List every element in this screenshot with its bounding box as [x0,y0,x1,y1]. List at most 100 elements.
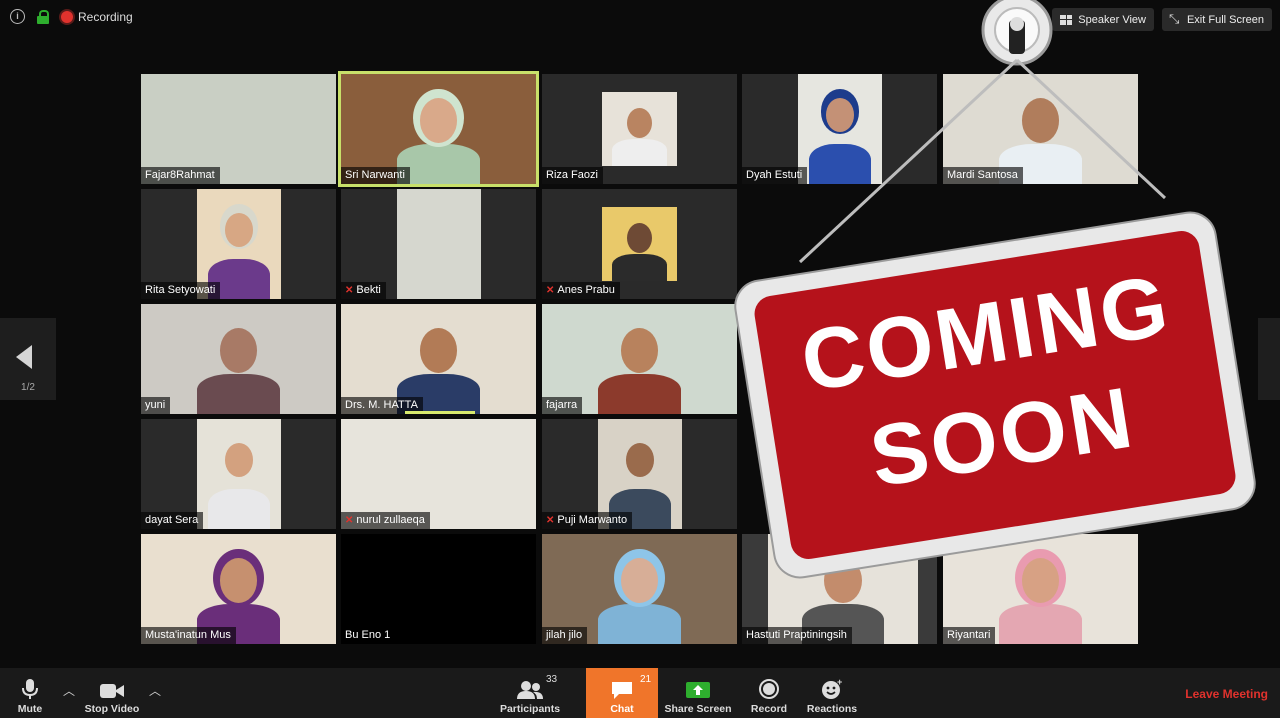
participant-name: Rita Setyowati [145,284,216,296]
record-dot-icon [61,10,73,23]
microphone-icon [22,679,38,699]
participant-tile[interactable]: ✕ Bekti [341,189,536,299]
participant-name: Fajar8Rahmat [145,169,215,181]
participant-name: dayat Sera [145,514,199,526]
stop-video-button[interactable]: Stop Video [82,668,142,718]
video-feed [141,304,336,414]
muted-mic-icon: ✕ [546,284,555,296]
video-options-caret-icon[interactable]: ︿ [149,682,161,699]
muted-mic-icon: ✕ [345,514,354,526]
participant-name: Riza Faozi [546,169,598,181]
video-feed [397,189,481,299]
participant-tile[interactable]: Bu Eno 1 [341,534,536,644]
muted-mic-icon: ✕ [546,514,555,526]
participant-body [999,604,1082,644]
participant-name: Puji Marwanto [557,514,628,526]
participant-name-label: Sri Narwanti [341,167,410,184]
participant-face [824,558,862,604]
record-icon [759,679,779,699]
participant-name-label: ✕ Bekti [341,282,386,299]
video-camera-icon [100,684,124,698]
participant-name-label: jilah jilo [542,627,588,644]
speaker-view-button[interactable]: Speaker View [1052,8,1154,31]
participant-name-label: Fajar8Rahmat [141,167,220,184]
participants-count: 33 [546,674,558,685]
lock-icon[interactable] [37,9,49,24]
participant-name: Hastuti Praptiningsih [746,629,847,641]
participant-tile[interactable]: ✕ nurul zullaeqa [341,419,536,529]
mute-button[interactable]: Mute [8,668,52,718]
participant-name: yuni [145,399,166,411]
video-feed [197,419,281,529]
participant-body [808,144,872,184]
participant-body [611,139,668,166]
recording-label: Recording [78,9,133,24]
participant-tile[interactable]: dayat Sera [141,419,336,529]
participant-face [625,443,655,478]
participant-tile[interactable]: Mardi Santosa [943,74,1138,184]
participant-tile[interactable]: Hastuti Praptiningsih [742,534,937,644]
participant-face [419,98,458,144]
participant-name: jilah jilo [546,629,583,641]
participant-body [197,374,280,414]
share-screen-icon [686,682,710,698]
next-page-button[interactable] [1258,318,1280,400]
participant-name-label: Riza Faozi [542,167,603,184]
participants-icon [517,681,543,699]
video-feed [602,207,677,281]
chevron-left-icon [16,345,32,369]
speaking-indicator [405,411,475,414]
participant-name: Anes Prabu [557,284,615,296]
participant-tile[interactable]: ✕ Anes Prabu [542,189,737,299]
participant-tile[interactable]: Musta'inatun Mus [141,534,336,644]
participant-name: Sri Narwanti [345,169,405,181]
participant-tile[interactable]: Drs. M. HATTA [341,304,536,414]
participant-name-label: Dyah Estuti [742,167,808,184]
participant-face [1021,558,1060,604]
reactions-button[interactable]: + Reactions [802,668,862,718]
participant-face [219,328,258,374]
exit-fullscreen-button[interactable]: Exit Full Screen [1161,8,1272,31]
participant-face [224,443,254,478]
participant-face [626,108,653,139]
participant-tile[interactable]: Riza Faozi [542,74,737,184]
share-screen-button[interactable]: Share Screen [664,668,732,718]
meeting-toolbar: Mute ︿ Stop Video ︿ Participants 33 Chat… [0,668,1280,718]
participant-tile[interactable]: ✕ Puji Marwanto [542,419,737,529]
previous-page-button[interactable]: 1/2 [0,318,56,400]
participant-name-label: Mardi Santosa [943,167,1023,184]
video-feed [602,92,677,166]
participant-tile[interactable]: Fajar8Rahmat [141,74,336,184]
participant-tile[interactable]: Dyah Estuti [742,74,937,184]
exit-fullscreen-icon [1169,11,1181,27]
participant-name: Bekti [356,284,381,296]
participant-face [219,558,258,604]
participant-name: Drs. M. HATTA [345,399,418,411]
participant-tile[interactable]: fajarra [542,304,737,414]
reactions-icon: + [822,678,842,699]
muted-mic-icon: ✕ [345,284,354,296]
participant-name-label: Bu Eno 1 [341,627,396,644]
info-icon[interactable]: i [10,9,25,24]
participant-name: Mardi Santosa [947,169,1018,181]
audio-options-caret-icon[interactable]: ︿ [63,682,75,699]
participant-face [419,328,458,374]
participant-name-label: ✕ Puji Marwanto [542,512,633,529]
chat-count: 21 [640,674,652,685]
participant-tile[interactable]: yuni [141,304,336,414]
participant-name: fajarra [546,399,578,411]
participant-name-label: fajarra [542,397,583,414]
participant-tile[interactable]: Rita Setyowati [141,189,336,299]
participant-name-label: ✕ nurul zullaeqa [341,512,430,529]
participant-face [1021,98,1060,144]
participant-face [626,223,653,254]
participant-name-label: Hastuti Praptiningsih [742,627,852,644]
leave-meeting-button[interactable]: Leave Meeting [1185,687,1268,701]
page-indicator: 1/2 [21,382,35,393]
participant-tile[interactable]: Sri Narwanti [338,71,539,187]
participant-body [598,604,681,644]
record-button[interactable]: Record [744,668,794,718]
participant-tile[interactable]: jilah jilo [542,534,737,644]
top-bar: i Recording Speaker View Exit Full Scree… [0,0,1280,38]
participant-tile[interactable]: Riyantari [943,534,1138,644]
